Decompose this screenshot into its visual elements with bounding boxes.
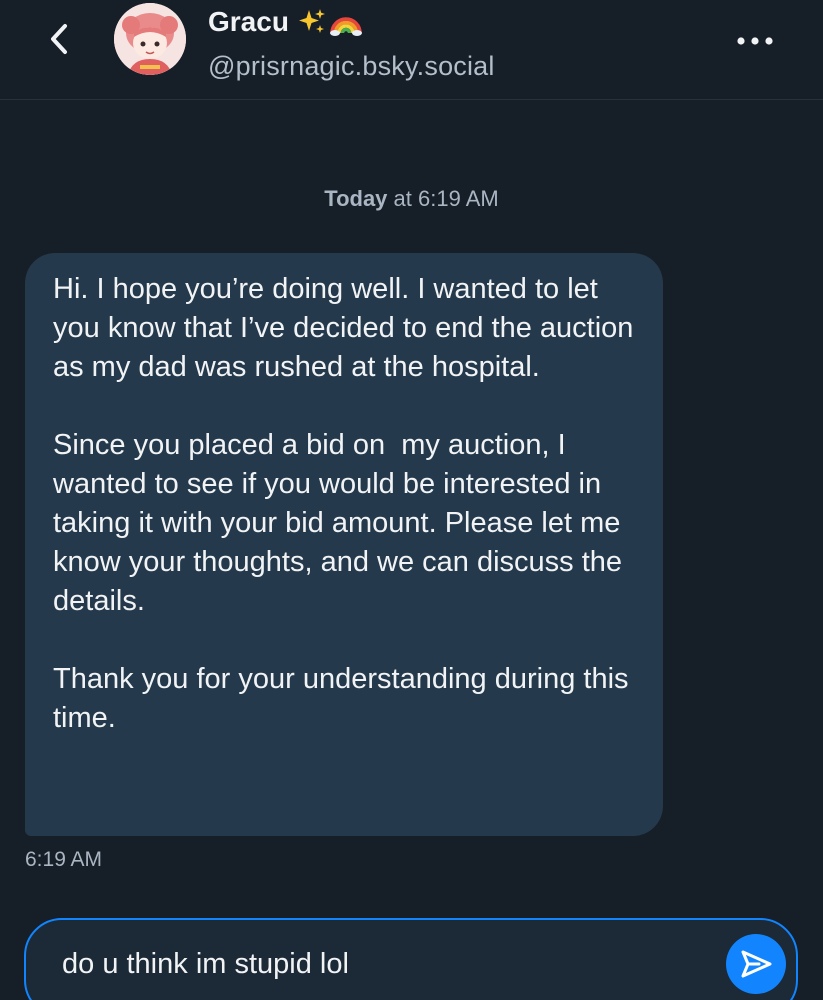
user-handle: @prisrnagic.bsky.social <box>208 51 495 81</box>
send-icon <box>741 950 772 978</box>
chevron-left-icon <box>51 24 67 54</box>
day-time: at 6:19 AM <box>387 186 499 211</box>
display-name: Gracu <box>208 4 495 40</box>
chat-screen: Gracu @prisrnagic.bsky.social Today at 6… <box>0 0 823 1000</box>
day-label: Today <box>324 186 388 211</box>
rainbow-icon <box>329 17 362 36</box>
day-timestamp: Today at 6:19 AM <box>0 186 823 212</box>
more-options-button[interactable] <box>728 24 782 58</box>
avatar[interactable] <box>114 3 186 75</box>
name-emojis <box>297 7 363 37</box>
display-name-text: Gracu <box>208 6 289 37</box>
more-horizontal-icon <box>737 37 773 45</box>
message-composer: do u think im stupid lol <box>24 918 798 1000</box>
message-paragraph: Hi. I hope you’re doing well. I wanted t… <box>53 273 642 383</box>
profile-info[interactable]: Gracu @prisrnagic.bsky.social <box>208 4 495 84</box>
send-button[interactable] <box>726 934 786 994</box>
message-time: 6:19 AM <box>25 848 103 871</box>
message-paragraph: Since you placed a bid on my auction, I … <box>53 429 631 617</box>
message-bubble[interactable]: Hi. I hope you’re doing well. I wanted t… <box>25 253 663 836</box>
back-button[interactable] <box>34 14 84 64</box>
avatar-image <box>114 3 186 75</box>
sparkles-icon <box>298 9 325 33</box>
message-paragraph: Thank you for your understanding during … <box>53 663 637 734</box>
chat-header: Gracu @prisrnagic.bsky.social <box>0 0 823 100</box>
message-input[interactable]: do u think im stupid lol <box>62 944 702 984</box>
